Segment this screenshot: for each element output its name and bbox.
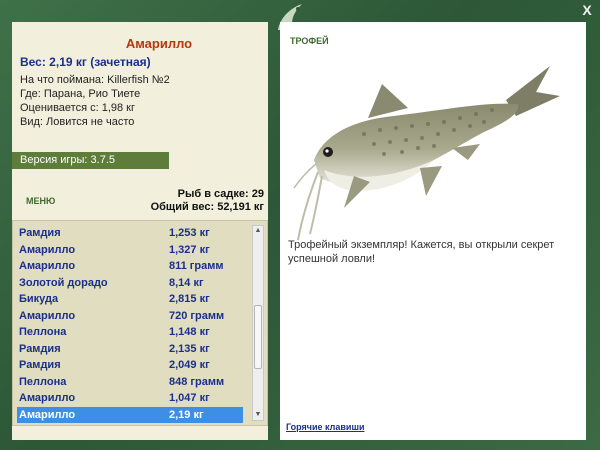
catch-list-row[interactable]: Амарилло 811 грамм — [17, 258, 243, 275]
catch-list-row[interactable]: Бикуда 2,815 кг — [17, 291, 243, 308]
catch-row-weight: 811 грамм — [169, 260, 224, 272]
catch-row-weight: 1,148 кг — [169, 326, 210, 338]
hotkeys-link[interactable]: Горячие клавиши — [286, 422, 364, 432]
catch-row-fish-name: Рамдия — [19, 342, 61, 355]
catch-list-row[interactable]: Пеллона 1,148 кг — [17, 324, 243, 341]
catch-row-fish-name: Амарилло — [19, 243, 76, 256]
catch-row-weight: 2,135 кг — [169, 342, 210, 355]
catch-list-row[interactable]: Пеллона 848 грамм — [17, 374, 243, 391]
catch-row-weight: 2,19 кг — [169, 408, 204, 421]
catch-list-row[interactable]: Золотой дорадо 8,14 кг — [17, 275, 243, 292]
catch-row-weight: 1,253 кг — [169, 227, 210, 239]
catch-list-rows: Рамдия 1,253 кг Амарилло 1,327 кг Амарилло 81… — [17, 225, 243, 423]
catch-row-weight: 720 грамм — [169, 309, 225, 322]
catch-list-row[interactable]: Рамдия 2,135 кг — [17, 341, 243, 358]
total-weight: Общий вес: 52,191 кг — [150, 201, 264, 213]
fish-count: Рыб в садке: 29 — [177, 188, 264, 200]
trophy-text: Трофейный экземпляр! Кажется, вы открыли… — [288, 239, 555, 265]
catch-list-row[interactable]: Амарилло 1,047 кг — [17, 390, 243, 407]
version-label: Версия игры: 3.7.5 — [12, 152, 169, 169]
catch-list-row[interactable]: Рамдия 1,253 кг — [17, 225, 243, 242]
scrollbar[interactable]: ▲ ▼ — [252, 225, 264, 421]
catch-list-row[interactable]: Амарилло 1,327 кг — [17, 242, 243, 259]
catch-list-row[interactable]: Рамдия 2,049 кг — [17, 357, 243, 374]
fish-weight: Вес: 2,19 кг (зачетная) — [20, 55, 151, 69]
catch-list: Рамдия 1,253 кг Амарилло 1,327 кг Амарилло 81… — [12, 220, 268, 426]
scroll-down-arrow-icon[interactable]: ▼ — [253, 410, 263, 420]
trophy-threshold-info: Оценивается с: 1,98 кг — [20, 102, 135, 114]
catch-row-fish-name: Рамдия — [19, 359, 61, 371]
catch-row-fish-name: Пеллона — [19, 375, 67, 388]
catch-row-weight: 8,14 кг — [169, 276, 204, 289]
catch-row-weight: 2,815 кг — [169, 293, 210, 305]
catch-row-weight: 848 грамм — [169, 375, 225, 388]
bait-info: На что поймана: Killerfish №2 — [20, 74, 170, 86]
catch-row-fish-name: Амарилло — [19, 309, 76, 322]
species-rarity-info: Вид: Ловится не часто — [20, 116, 135, 128]
menu-button[interactable]: МЕНЮ — [26, 196, 55, 206]
scroll-thumb[interactable] — [254, 305, 262, 370]
catch-row-fish-name: Амарилло — [19, 260, 76, 272]
catch-row-fish-name: Амарилло — [19, 392, 76, 404]
right-panel: ТРОФЕЙ Трофейный экземпляр! Кажется, вы … — [280, 22, 586, 440]
keepnet-stats: Рыб в садке: 29 Общий вес: 52,191 кг — [151, 188, 264, 214]
catch-row-fish-name: Бикуда — [19, 293, 59, 305]
left-panel: Амарилло Вес: 2,19 кг (зачетная) На что … — [12, 22, 268, 440]
catch-row-weight: 1,047 кг — [169, 392, 210, 404]
catfish-picture — [293, 66, 560, 241]
catch-row-fish-name: Рамдия — [19, 227, 61, 239]
catch-info: Амарилло Вес: 2,19 кг (зачетная) На что … — [20, 36, 268, 129]
scroll-up-arrow-icon[interactable]: ▲ — [253, 226, 263, 236]
catch-list-row[interactable]: Амарилло 2,19 кг — [17, 406, 243, 423]
catch-row-fish-name: Пеллона — [19, 326, 67, 338]
catch-row-weight: 2,049 кг — [169, 359, 210, 371]
location-info: Где: Парана, Рио Тиете — [20, 88, 141, 100]
catch-row-fish-name: Золотой дорадо — [19, 276, 108, 289]
catch-row-weight: 1,327 кг — [169, 243, 210, 256]
fish-name: Амарилло — [125, 36, 193, 51]
catch-row-fish-name: Амарилло — [19, 408, 76, 421]
trophy-title: ТРОФЕЙ — [290, 36, 329, 46]
catch-list-row[interactable]: Амарилло 720 грамм — [17, 308, 243, 325]
close-button[interactable]: X — [580, 3, 594, 17]
